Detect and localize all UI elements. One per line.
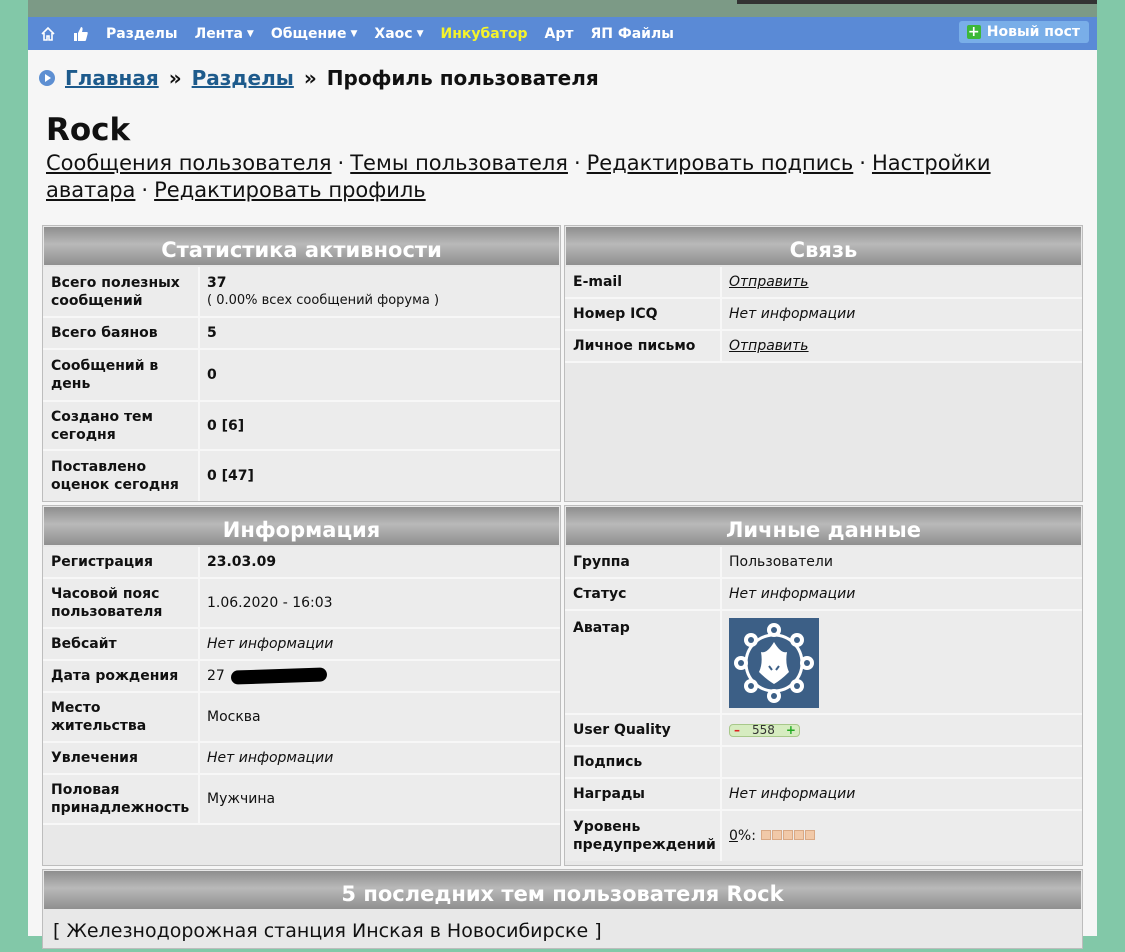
redaction-mark: [230, 667, 328, 685]
breadcrumb-current: Профиль пользователя: [326, 66, 599, 90]
user-posts-link[interactable]: Сообщения пользователя: [46, 151, 332, 175]
panel-header: Статистика активности: [44, 227, 559, 265]
nav-item-chat[interactable]: Общение ▼: [271, 26, 358, 42]
nav-item-chaos[interactable]: Хаос ▼: [374, 26, 423, 42]
personal-row: Группа Пользователи: [565, 547, 1082, 579]
panel-header: Личные данные: [566, 507, 1081, 545]
breadcrumb-home-link[interactable]: Главная: [65, 66, 159, 90]
info-row: Часовой пояс пользователя 1.06.2020 - 16…: [43, 579, 560, 629]
stat-row: Всего баянов 5: [43, 318, 560, 351]
personal-row: User Quality – 558 +: [565, 715, 1082, 747]
contact-row: Номер ICQ Нет информации: [565, 299, 1082, 331]
stat-row: Создано тем сегодня 0 [6]: [43, 401, 560, 452]
info-row: Половая принадлежность Мужчина: [43, 775, 560, 825]
warn-level-link[interactable]: 0: [729, 827, 738, 845]
plus-icon: +: [966, 24, 981, 40]
vote-up-button[interactable]: +: [783, 721, 799, 739]
personal-row: Уровень предупреждений 0%:: [565, 811, 1082, 861]
user-quality-widget: – 558 +: [729, 721, 800, 739]
edit-profile-link[interactable]: Редактировать профиль: [154, 178, 426, 202]
personal-row: Награды Нет информации: [565, 779, 1082, 811]
caret-down-icon: ▼: [246, 28, 254, 39]
info-row: Регистрация 23.03.09: [43, 547, 560, 579]
personal-row: Подпись: [565, 747, 1082, 779]
vote-down-button[interactable]: –: [730, 721, 744, 739]
personal-row: Аватар: [565, 611, 1082, 715]
activity-panel: Статистика активности Всего полезных соо…: [42, 225, 561, 502]
last-topics-panel: 5 последних тем пользователя Rock [ Желе…: [42, 869, 1083, 949]
nav-item-sections[interactable]: Разделы: [106, 26, 178, 42]
edit-signature-link[interactable]: Редактировать подпись: [587, 151, 854, 175]
thumbs-up-icon[interactable]: [73, 26, 89, 42]
top-nav: Разделы Лента ▼ Общение ▼ Хаос ▼ Инкубатор …: [28, 17, 1097, 50]
personal-row: Статус Нет информации: [565, 579, 1082, 611]
stat-row: Всего полезных сообщений 37 ( 0.00% всех…: [43, 266, 560, 319]
home-icon[interactable]: [40, 26, 56, 42]
page: Разделы Лента ▼ Общение ▼ Хаос ▼ Инкубатор …: [28, 0, 1097, 949]
nav-item-feed[interactable]: Лента ▼: [195, 26, 254, 42]
topic-link[interactable]: [ Железнодорожная станция Инская в Новос…: [43, 910, 1082, 952]
user-topics-link[interactable]: Темы пользователя: [350, 151, 568, 175]
info-row: Дата рождения 27: [43, 661, 560, 693]
profile-links: Сообщения пользователя · Темы пользователя…: [46, 151, 991, 202]
contact-row: Личное письмо Отправить: [565, 331, 1082, 363]
personal-panel: Личные данные Группа Пользователи Статус…: [564, 505, 1083, 866]
contact-row: E-mail Отправить: [565, 267, 1082, 299]
arrow-bullet-icon: [39, 70, 55, 86]
panel-header: Связь: [566, 227, 1081, 265]
profile-username: Rock: [46, 112, 131, 148]
info-row: Вебсайт Нет информации: [43, 629, 560, 661]
send-pm-link[interactable]: Отправить: [729, 337, 809, 355]
breadcrumb-separator: »: [303, 66, 317, 90]
top-banner: [28, 0, 1097, 17]
breadcrumb: Главная » Разделы » Профиль пользователя: [39, 66, 599, 90]
panel-header: Информация: [44, 507, 559, 545]
caret-down-icon: ▼: [416, 28, 424, 39]
info-row: Увлечения Нет информации: [43, 743, 560, 775]
info-row: Место жительства Москва: [43, 693, 560, 743]
new-post-button[interactable]: + Новый пост: [958, 21, 1089, 43]
stat-row: Сообщений в день 0: [43, 350, 560, 402]
send-email-link[interactable]: Отправить: [729, 273, 809, 291]
breadcrumb-separator: »: [168, 66, 182, 90]
user-avatar[interactable]: [729, 618, 819, 708]
warn-level-indicator: [760, 827, 815, 845]
panel-header: 5 последних тем пользователя Rock: [44, 871, 1081, 909]
nav-item-files[interactable]: ЯП Файлы: [590, 26, 673, 42]
info-panel: Информация Регистрация 23.03.09 Часовой …: [42, 505, 561, 866]
breadcrumb-sections-link[interactable]: Разделы: [192, 66, 294, 90]
nav-item-incubator[interactable]: Инкубатор: [441, 26, 528, 42]
stat-row: Поставлено оценок сегодня 0 [47]: [43, 451, 560, 502]
contact-panel: Связь E-mail Отправить Номер ICQ Нет инф…: [564, 225, 1083, 502]
caret-down-icon: ▼: [350, 28, 358, 39]
nav-item-art[interactable]: Арт: [545, 26, 574, 42]
